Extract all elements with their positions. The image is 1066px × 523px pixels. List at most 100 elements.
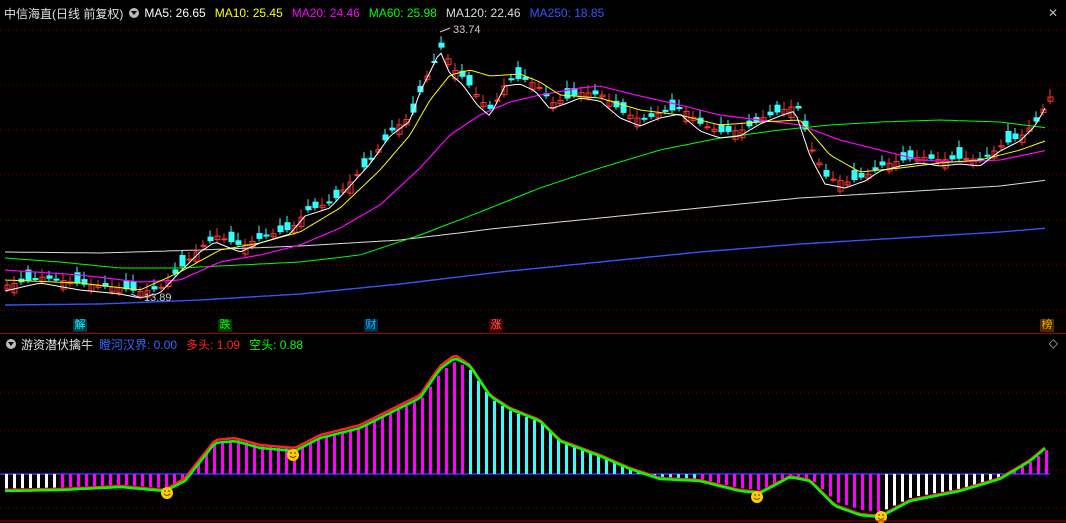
smiley-eye [168, 490, 170, 492]
histogram-bar [5, 474, 8, 489]
candle-body [704, 126, 711, 129]
histogram-bar [317, 438, 320, 474]
candle-body [984, 154, 991, 157]
candle-body [592, 90, 599, 95]
candle-body [872, 167, 879, 171]
candle-body [438, 42, 445, 48]
histogram-bar [965, 474, 968, 488]
ma120-line [5, 179, 1046, 254]
histogram-bar [125, 474, 128, 486]
smiley-eye [754, 494, 756, 496]
histogram-bar [253, 444, 256, 474]
candle-body [963, 157, 970, 160]
histogram-bar [141, 474, 144, 487]
smiley-eye [878, 514, 880, 516]
low-price-label: 13.89 [144, 292, 172, 304]
ma5-line [4, 52, 1046, 299]
histogram-bar [1045, 450, 1048, 474]
histogram-bar [901, 474, 904, 502]
candle-body [641, 117, 648, 120]
histogram-bar [213, 444, 216, 474]
candle-body [179, 255, 186, 267]
histogram-bar [557, 438, 560, 474]
histogram-bar [733, 474, 736, 487]
candle-body [207, 236, 214, 242]
candle-body [1012, 133, 1019, 140]
histogram-bar [573, 446, 576, 474]
candle-body [949, 155, 956, 160]
histogram-bar [741, 474, 744, 489]
histogram-bar [821, 474, 824, 490]
histogram-bar [325, 435, 328, 474]
histogram-bar [53, 474, 56, 488]
histogram-bar [413, 402, 416, 474]
candle-body [676, 106, 683, 110]
candle-body [186, 258, 193, 261]
histogram-bar [1037, 456, 1040, 474]
histogram-bar [165, 474, 168, 489]
price-chart[interactable]: 33.74 13.89 [0, 0, 1066, 523]
smiley-eye [294, 452, 296, 454]
histogram-bar [389, 413, 392, 474]
histogram-bar [917, 474, 920, 497]
histogram-bar [405, 406, 408, 474]
histogram-bar [69, 474, 72, 488]
histogram-bar [453, 362, 456, 474]
histogram-bar [37, 474, 40, 488]
histogram-bar [21, 474, 24, 489]
histogram-bar [509, 410, 512, 474]
candle-body [466, 75, 473, 86]
event-marker[interactable]: 解 [73, 319, 87, 332]
candle-body [851, 170, 858, 181]
histogram-bar [597, 454, 600, 474]
histogram-bar [709, 474, 712, 482]
histogram-bar [109, 474, 112, 486]
candle-body [767, 111, 774, 116]
histogram-bar [933, 474, 936, 494]
histogram-bar [357, 428, 360, 474]
candle-body [823, 170, 830, 177]
candle-body [228, 231, 235, 243]
histogram-bar [437, 375, 440, 474]
histogram-bar [485, 391, 488, 474]
candle-body [830, 178, 837, 181]
candle-body [200, 244, 207, 247]
histogram-bar [461, 364, 464, 474]
histogram-bar [909, 474, 912, 498]
candle-body [361, 158, 368, 168]
histogram-bar [525, 417, 528, 474]
histogram-bar [685, 474, 688, 479]
candle-body [46, 275, 53, 279]
histogram-bar [749, 474, 752, 490]
candle-body [305, 206, 312, 211]
indicator-menu-icon[interactable] [6, 339, 16, 349]
candle-body [648, 113, 655, 117]
histogram-bar [445, 367, 448, 474]
candle-body [487, 104, 494, 109]
histogram-bar [397, 409, 400, 474]
candle-body [725, 125, 732, 132]
histogram-bar [949, 474, 952, 491]
histogram-bar [245, 442, 248, 474]
event-marker[interactable]: 跌 [218, 319, 232, 332]
histogram-bar [349, 430, 352, 474]
histogram-bar [429, 386, 432, 474]
histogram-bar [493, 400, 496, 474]
settings-diamond-icon[interactable]: ◇ [1049, 336, 1058, 350]
candle-body [795, 105, 802, 109]
candle-body [53, 278, 60, 281]
event-marker[interactable]: 榜 [1040, 319, 1054, 332]
histogram-bar [829, 474, 832, 497]
histogram-bar [261, 446, 264, 474]
histogram-bar [341, 431, 344, 474]
histogram-bar [533, 420, 536, 474]
histogram-bar [517, 413, 520, 474]
histogram-bar [381, 417, 384, 474]
event-marker[interactable]: 财 [364, 319, 378, 332]
ma10-line [4, 69, 1046, 291]
histogram-bar [477, 380, 480, 474]
event-marker[interactable]: 涨 [489, 319, 503, 332]
histogram-bar [861, 474, 864, 511]
indicator-legend-item: 瞪河汉界: 0.00 [99, 337, 178, 352]
indicator-title[interactable]: 游资潜伏擒牛 [21, 336, 93, 353]
